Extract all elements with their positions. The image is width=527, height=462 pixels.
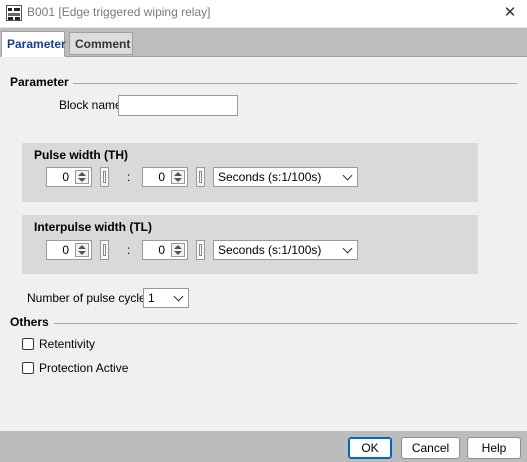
interpulse-width-panel: Interpulse width (TL) 0 : 0 Seconds (s:1… [22, 215, 478, 274]
parameter-divider [73, 83, 517, 84]
protection-active-label: Protection Active [39, 361, 129, 375]
interpulse-width-unit-dropdown[interactable]: Seconds (s:1/100s) [213, 240, 358, 260]
interpulse-width-value1: 0 [62, 243, 69, 257]
dialog-footer: OK Cancel Help [0, 431, 527, 462]
spin-arrows-icon[interactable] [75, 170, 89, 184]
interpulse-width-value1-scroll-icon[interactable] [100, 240, 109, 260]
close-icon[interactable]: ✕ [499, 2, 521, 24]
pulse-width-unit: Seconds (s:1/100s) [218, 170, 322, 184]
pulse-width-value2-scroll-icon[interactable] [196, 167, 205, 187]
pulse-cycles-dropdown[interactable]: 1 [143, 288, 189, 308]
tab-strip: Parameter Comment [0, 28, 527, 57]
retentivity-label: Retentivity [39, 337, 96, 351]
pulse-cycles-label: Number of pulse cycles: [27, 291, 156, 305]
pulse-width-unit-dropdown[interactable]: Seconds (s:1/100s) [213, 167, 358, 187]
pulse-width-panel: Pulse width (TH) 0 : 0 Seconds (s:1/100s… [22, 143, 478, 202]
chevron-down-icon [342, 243, 353, 254]
pulse-width-value1-scroll-icon[interactable] [100, 167, 109, 187]
chevron-down-icon [173, 291, 184, 302]
window-title: B001 [Edge triggered wiping relay] [27, 5, 211, 19]
spin-arrows-icon[interactable] [171, 243, 185, 257]
pulse-width-value2-spinner[interactable]: 0 [142, 167, 188, 187]
block-icon [6, 5, 22, 21]
pulse-width-value1: 0 [62, 170, 69, 184]
interpulse-width-title: Interpulse width (TL) [34, 220, 152, 234]
spin-arrows-icon[interactable] [75, 243, 89, 257]
others-divider [54, 323, 517, 324]
ok-button[interactable]: OK [348, 437, 392, 459]
others-group-title: Others [10, 315, 49, 329]
pulse-width-title: Pulse width (TH) [34, 148, 128, 162]
cancel-button[interactable]: Cancel [401, 437, 460, 459]
title-bar: B001 [Edge triggered wiping relay] ✕ [0, 0, 527, 28]
protection-active-checkbox[interactable] [22, 362, 34, 374]
interpulse-width-value2-spinner[interactable]: 0 [142, 240, 188, 260]
parameter-group-title: Parameter [10, 75, 69, 89]
block-name-input[interactable] [118, 95, 238, 116]
pulse-cycles-value: 1 [148, 291, 155, 305]
interpulse-width-value2: 0 [158, 243, 165, 257]
pulse-width-value2: 0 [158, 170, 165, 184]
retentivity-checkbox[interactable] [22, 338, 34, 350]
chevron-down-icon [342, 170, 353, 181]
spin-arrows-icon[interactable] [171, 170, 185, 184]
interpulse-width-value2-scroll-icon[interactable] [196, 240, 205, 260]
block-name-label: Block name: [59, 98, 126, 112]
interpulse-width-value1-spinner[interactable]: 0 [46, 240, 92, 260]
help-button[interactable]: Help [467, 437, 521, 459]
pulse-width-separator: : [127, 170, 131, 184]
tab-parameter[interactable]: Parameter [1, 31, 66, 57]
interpulse-width-separator: : [127, 243, 131, 257]
interpulse-width-unit: Seconds (s:1/100s) [218, 243, 322, 257]
pulse-width-value1-spinner[interactable]: 0 [46, 167, 92, 187]
tab-comment[interactable]: Comment [69, 32, 133, 55]
